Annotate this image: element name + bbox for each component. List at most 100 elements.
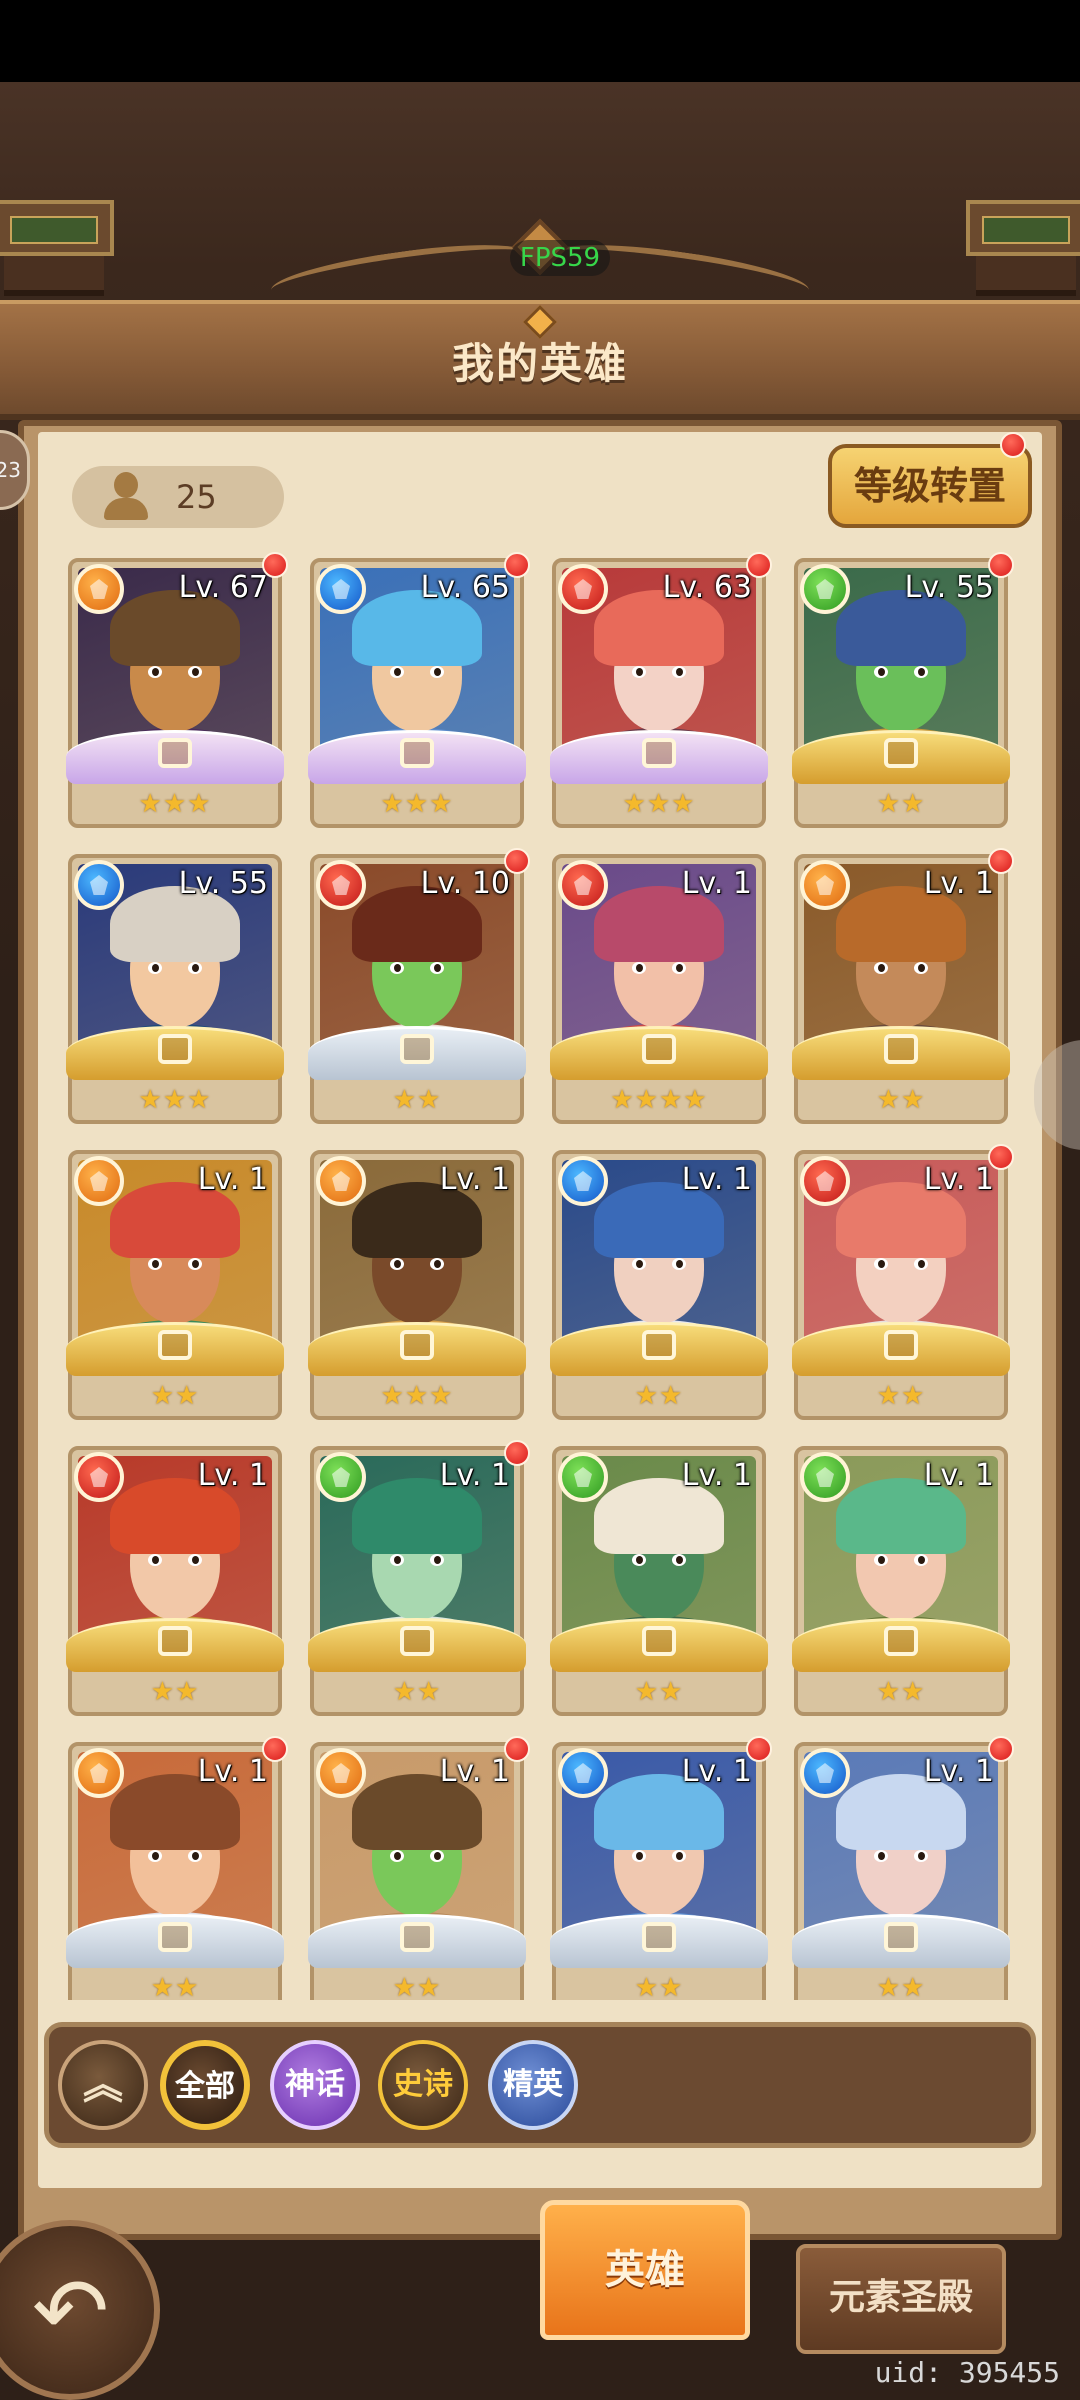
hero-level: Lv. 1 [197, 1162, 268, 1197]
rarity-emblem-icon [642, 738, 676, 768]
filter-epic-button[interactable]: 史诗 [378, 2040, 468, 2130]
fire-element-icon [74, 1452, 124, 1502]
hero-level: Lv. 1 [439, 1754, 510, 1789]
rarity-emblem-icon [884, 1330, 918, 1360]
hero-card[interactable]: ★★ Lv. 1 [66, 1150, 284, 1420]
hero-level: Lv. 1 [923, 1162, 994, 1197]
hero-card[interactable]: ★★★ Lv. 67 [66, 552, 288, 828]
star-rating: ★★★ [622, 789, 696, 819]
hero-card[interactable]: ★★★ Lv. 1 [308, 1150, 526, 1420]
star-rating: ★★ [876, 1677, 926, 1707]
hero-card[interactable]: ★★ Lv. 10 [308, 848, 530, 1124]
star-rating: ★★★★ [610, 1085, 708, 1115]
star-rating: ★★ [150, 1677, 200, 1707]
hero-level: Lv. 1 [681, 1754, 752, 1789]
star-rating: ★★ [876, 789, 926, 819]
back-arrow-icon: ↶ [32, 2258, 110, 2365]
water-element-icon [558, 1748, 608, 1798]
hero-card[interactable]: ★★ Lv. 1 [308, 1736, 530, 2000]
hero-card[interactable]: ★★★ Lv. 63 [550, 552, 772, 828]
star-rating: ★★ [392, 1085, 442, 1115]
filter-elite-button[interactable]: 精英 [488, 2040, 578, 2130]
rarity-emblem-icon [400, 1330, 434, 1360]
hero-level: Lv. 1 [439, 1162, 510, 1197]
rarity-emblem-icon [642, 1330, 676, 1360]
hero-level: Lv. 55 [904, 570, 994, 605]
tab-element-temple[interactable]: 元素圣殿 [796, 2244, 1006, 2354]
hero-card[interactable]: ★★ Lv. 1 [792, 1446, 1010, 1716]
hero-level: Lv. 65 [420, 570, 510, 605]
notification-dot [504, 848, 530, 874]
hero-level: Lv. 1 [197, 1458, 268, 1493]
rarity-emblem-icon [158, 1330, 192, 1360]
earth-element-icon [800, 860, 850, 910]
water-element-icon [316, 564, 366, 614]
notification-dot [988, 1736, 1014, 1762]
fire-element-icon [558, 564, 608, 614]
rarity-emblem-icon [400, 1034, 434, 1064]
rarity-emblem-icon [400, 1626, 434, 1656]
star-rating: ★★ [634, 1973, 684, 2000]
hero-level: Lv. 1 [197, 1754, 268, 1789]
hero-card[interactable]: ★★ Lv. 1 [550, 1736, 772, 2000]
level-transfer-notification-dot [1000, 432, 1026, 458]
rarity-emblem-icon [158, 738, 192, 768]
collapse-filter-button[interactable]: ︽ [58, 2040, 148, 2130]
hero-card[interactable]: ★★★★ Lv. 1 [550, 854, 768, 1124]
hero-level: Lv. 63 [662, 570, 752, 605]
rarity-emblem-icon [158, 1922, 192, 1952]
rarity-emblem-icon [642, 1626, 676, 1656]
hero-card[interactable]: ★★ Lv. 1 [308, 1440, 530, 1716]
hero-card[interactable]: ★★ Lv. 1 [792, 1144, 1014, 1420]
rarity-emblem-icon [884, 1034, 918, 1064]
hero-card[interactable]: ★★★ Lv. 55 [66, 854, 284, 1124]
hero-count: 25 [176, 478, 217, 516]
notification-dot [504, 1736, 530, 1762]
hero-level: Lv. 1 [681, 866, 752, 901]
fire-element-icon [558, 860, 608, 910]
hero-card[interactable]: ★★ Lv. 1 [550, 1150, 768, 1420]
notification-dot [504, 552, 530, 578]
filter-myth-button[interactable]: 神话 [270, 2040, 360, 2130]
star-rating: ★★ [392, 1677, 442, 1707]
star-rating: ★★★ [138, 1085, 212, 1115]
fire-element-icon [316, 860, 366, 910]
fps-counter: FPS59 [510, 240, 610, 276]
hero-card[interactable]: ★★ Lv. 55 [792, 552, 1014, 828]
fire-element-icon [800, 1156, 850, 1206]
page-title: 我的英雄 [451, 339, 628, 388]
tab-heroes[interactable]: 英雄 [540, 2200, 750, 2340]
rarity-emblem-icon [884, 1626, 918, 1656]
hero-card[interactable]: ★★★ Lv. 65 [308, 552, 530, 828]
rarity-emblem-icon [400, 738, 434, 768]
nature-element-icon [800, 564, 850, 614]
hero-card[interactable]: ★★ Lv. 1 [792, 1736, 1014, 2000]
hero-card[interactable]: ★★ Lv. 1 [792, 848, 1014, 1124]
hero-level: Lv. 1 [923, 866, 994, 901]
notification-dot [988, 848, 1014, 874]
hero-card[interactable]: ★★ Lv. 1 [66, 1446, 284, 1716]
status-bar [0, 0, 1080, 82]
star-rating: ★★ [876, 1973, 926, 2000]
star-rating: ★★ [876, 1381, 926, 1411]
hero-grid: ★★★ Lv. 67 ★★★ Lv. 65 ★★★ Lv. 63 ★★ Lv. 55 ★★★ Lv… [60, 550, 1020, 2000]
star-rating: ★★★ [138, 789, 212, 819]
level-transfer-button[interactable]: 等级转置 [828, 444, 1032, 528]
hero-level: Lv. 55 [178, 866, 268, 901]
hero-level: Lv. 67 [178, 570, 268, 605]
hero-level: Lv. 1 [923, 1458, 994, 1493]
notification-dot [746, 1736, 772, 1762]
left-pillar-decoration [0, 200, 114, 300]
earth-element-icon [316, 1748, 366, 1798]
filter-all-button[interactable]: 全部 [160, 2040, 250, 2130]
rarity-emblem-icon [884, 1922, 918, 1952]
water-element-icon [74, 860, 124, 910]
earth-element-icon [316, 1156, 366, 1206]
hero-card[interactable]: ★★ Lv. 1 [66, 1736, 288, 2000]
notification-dot [988, 1144, 1014, 1170]
earth-element-icon [74, 1156, 124, 1206]
hero-card[interactable]: ★★ Lv. 1 [550, 1446, 768, 1716]
rarity-emblem-icon [884, 738, 918, 768]
star-rating: ★★ [876, 1085, 926, 1115]
person-icon [102, 472, 150, 522]
